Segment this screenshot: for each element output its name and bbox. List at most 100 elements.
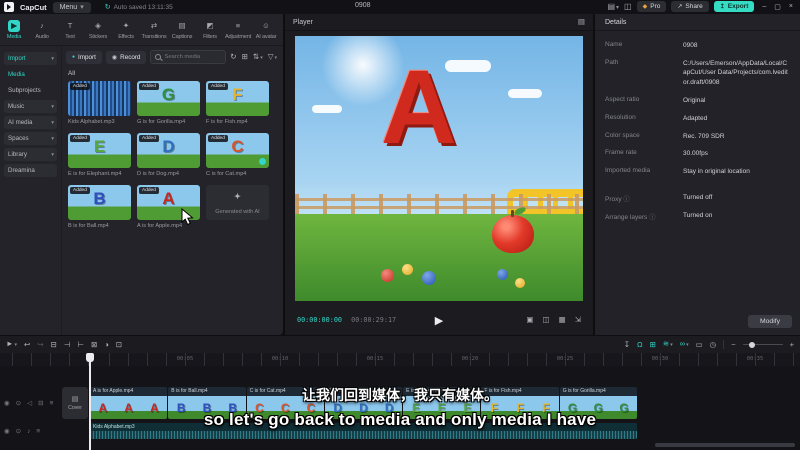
ribbon-tabs: ▶ Media ♪ Audio T Text ◈ Stickers ✦ Effe…: [0, 14, 283, 46]
media-section-label[interactable]: All: [62, 66, 283, 79]
media-thumbnail[interactable]: Added C: [206, 133, 269, 168]
maximize-button[interactable]: ▢: [771, 3, 784, 11]
timeline-ruler[interactable]: 00:05 00:10 00:15 00:20 00:25 00:30 00:35: [0, 353, 800, 366]
sidebar-item-subprojects[interactable]: Subprojects: [4, 84, 57, 97]
delete-right-icon[interactable]: ⊢: [77, 340, 84, 350]
compact-view-icon[interactable]: ⊞: [242, 52, 248, 62]
captions-tab-icon: ▤: [178, 20, 186, 30]
player-view-icon[interactable]: ▤: [578, 17, 585, 27]
float-preview-icon[interactable]: ◫: [624, 2, 632, 11]
sidebar-item-dreamina[interactable]: Dreamina: [4, 164, 57, 177]
playhead-handle[interactable]: [86, 353, 94, 362]
tab-text[interactable]: T Text: [56, 14, 84, 45]
ruler-label: 00:05: [176, 356, 194, 362]
layout-toggle-icon[interactable]: ▤: [607, 2, 619, 11]
modify-button[interactable]: Modify: [747, 315, 792, 328]
mirror-icon[interactable]: ◑: [104, 340, 109, 350]
zoom-slider-knob[interactable]: [748, 341, 755, 348]
media-item[interactable]: ✦ Generated with AI: [206, 185, 269, 229]
tab-transitions[interactable]: ⇄ Transitions: [140, 14, 168, 45]
media-thumbnail[interactable]: Added F: [206, 81, 269, 116]
select-tool-icon[interactable]: ►: [6, 339, 17, 350]
delete-icon[interactable]: ⊠: [91, 340, 97, 350]
thumbnail-letter: D: [162, 137, 175, 156]
zoom-out-icon[interactable]: −: [731, 340, 735, 350]
tab-captions[interactable]: ▤ Captions: [168, 14, 196, 45]
tab-media[interactable]: ▶ Media: [0, 14, 28, 45]
filter-icon[interactable]: ▽: [268, 52, 277, 63]
refresh-icon[interactable]: ↻: [230, 52, 236, 62]
sort-icon[interactable]: ⇅: [253, 52, 263, 63]
media-item[interactable]: Added D D is for Dog.mp4: [137, 133, 200, 177]
details-field: Frame rate 30.00fps: [605, 149, 790, 158]
tab-audio[interactable]: ♪ Audio: [28, 14, 56, 45]
media-item[interactable]: Added C C is for Cat.mp4: [206, 133, 269, 177]
details-field: Imported media Stay in original location: [605, 167, 790, 176]
media-item[interactable]: Added G G is for Gorilla.mp4: [137, 81, 200, 125]
media-item-name: C is for Cat.mp4: [206, 171, 247, 177]
sidebar-item-library[interactable]: Library: [4, 148, 57, 161]
zoom-in-icon[interactable]: +: [790, 340, 794, 350]
tab-adjustment[interactable]: ≡ Adjustment: [224, 14, 252, 45]
ratio-icon[interactable]: ◫: [543, 315, 550, 325]
media-thumbnail[interactable]: Added: [68, 81, 131, 116]
media-thumbnail[interactable]: Added B: [68, 185, 131, 220]
close-button[interactable]: ×: [786, 3, 796, 11]
timecode-icon[interactable]: ◷: [710, 340, 717, 350]
grid-icon[interactable]: ▦: [559, 315, 566, 325]
search-box[interactable]: [150, 50, 227, 64]
field-value: 30.00fps: [683, 150, 708, 158]
field-label: Aspect ratio: [605, 95, 640, 103]
extract-audio-icon[interactable]: ↧: [624, 340, 630, 350]
export-button[interactable]: Export: [713, 1, 755, 12]
thumbnail-letter: C: [231, 137, 244, 156]
field-value: C:/Users/Emerson/AppData/Local/CapCut/Us…: [683, 59, 788, 86]
sidebar-item-music[interactable]: Music: [4, 100, 57, 113]
share-button[interactable]: Share: [671, 1, 709, 12]
media-item[interactable]: Added F F is for Fish.mp4: [206, 81, 269, 125]
field-label: Frame rate: [605, 149, 637, 157]
tab-stickers[interactable]: ◈ Stickers: [84, 14, 112, 45]
pro-button[interactable]: Pro: [636, 1, 667, 12]
media-item[interactable]: Added B B is for Ball.mp4: [68, 185, 131, 229]
sidebar-item-ai-media[interactable]: AI media: [4, 116, 57, 129]
media-sidebar: Import Media Subprojects Music AI media …: [0, 46, 62, 335]
split-icon[interactable]: ⊟: [51, 340, 57, 350]
tab-filters[interactable]: ◩ Filters: [196, 14, 224, 45]
field-value: Turned off: [683, 193, 713, 201]
mouse-cursor: [181, 208, 194, 226]
media-item[interactable]: Added E E is for Elephant.mp4: [68, 133, 131, 177]
subtitle-english: so let's go back to media and only media…: [203, 410, 597, 429]
play-button[interactable]: [435, 314, 443, 327]
sidebar-item-spaces[interactable]: Spaces: [4, 132, 57, 145]
media-thumbnail[interactable]: Added G: [137, 81, 200, 116]
display-icon[interactable]: ▭: [696, 340, 703, 350]
zoom-slider[interactable]: [742, 341, 783, 348]
delete-left-icon[interactable]: ⊣: [64, 340, 71, 350]
details-field: Resolution Adapted: [605, 114, 790, 123]
sidebar-item-import[interactable]: Import: [4, 52, 57, 65]
media-thumbnail[interactable]: Added D: [137, 133, 200, 168]
media-thumbnail[interactable]: Added E: [68, 133, 131, 168]
menu-button[interactable]: Menu: [52, 1, 91, 13]
preview-axis-icon[interactable]: ⊞: [650, 340, 656, 350]
tab-effects[interactable]: ✦ Effects: [112, 14, 140, 45]
fullscreen-icon[interactable]: ⇲: [575, 315, 581, 325]
search-input[interactable]: [164, 54, 222, 60]
undo-icon[interactable]: ↩: [24, 340, 30, 350]
link-icon[interactable]: ∞: [680, 339, 689, 350]
ruler-label: 00:25: [556, 356, 574, 362]
minimize-button[interactable]: –: [759, 3, 769, 11]
timeline-tracks: ◉ ⊙ ◁ ⊟ ≡ ◉ ⊙ ♪ ≡ ▤ Cover A is for Apple.mp4 A …: [0, 366, 800, 450]
snap-icon[interactable]: Ω: [637, 340, 643, 350]
redo-icon[interactable]: ↪: [37, 340, 43, 350]
auto-ripple-icon[interactable]: ≋: [663, 339, 673, 350]
horizontal-scrollbar[interactable]: [655, 443, 795, 447]
record-button[interactable]: Record: [105, 50, 147, 64]
import-button[interactable]: Import: [66, 50, 102, 64]
sidebar-item-media[interactable]: Media: [4, 68, 57, 81]
media-item[interactable]: Added Kids Alphabet.mp3: [68, 81, 131, 125]
tab-ai-avatar[interactable]: ☺ AI avatar: [252, 14, 280, 45]
preview-quality-icon[interactable]: ▣: [526, 315, 533, 325]
crop-icon[interactable]: ⊡: [116, 340, 122, 350]
